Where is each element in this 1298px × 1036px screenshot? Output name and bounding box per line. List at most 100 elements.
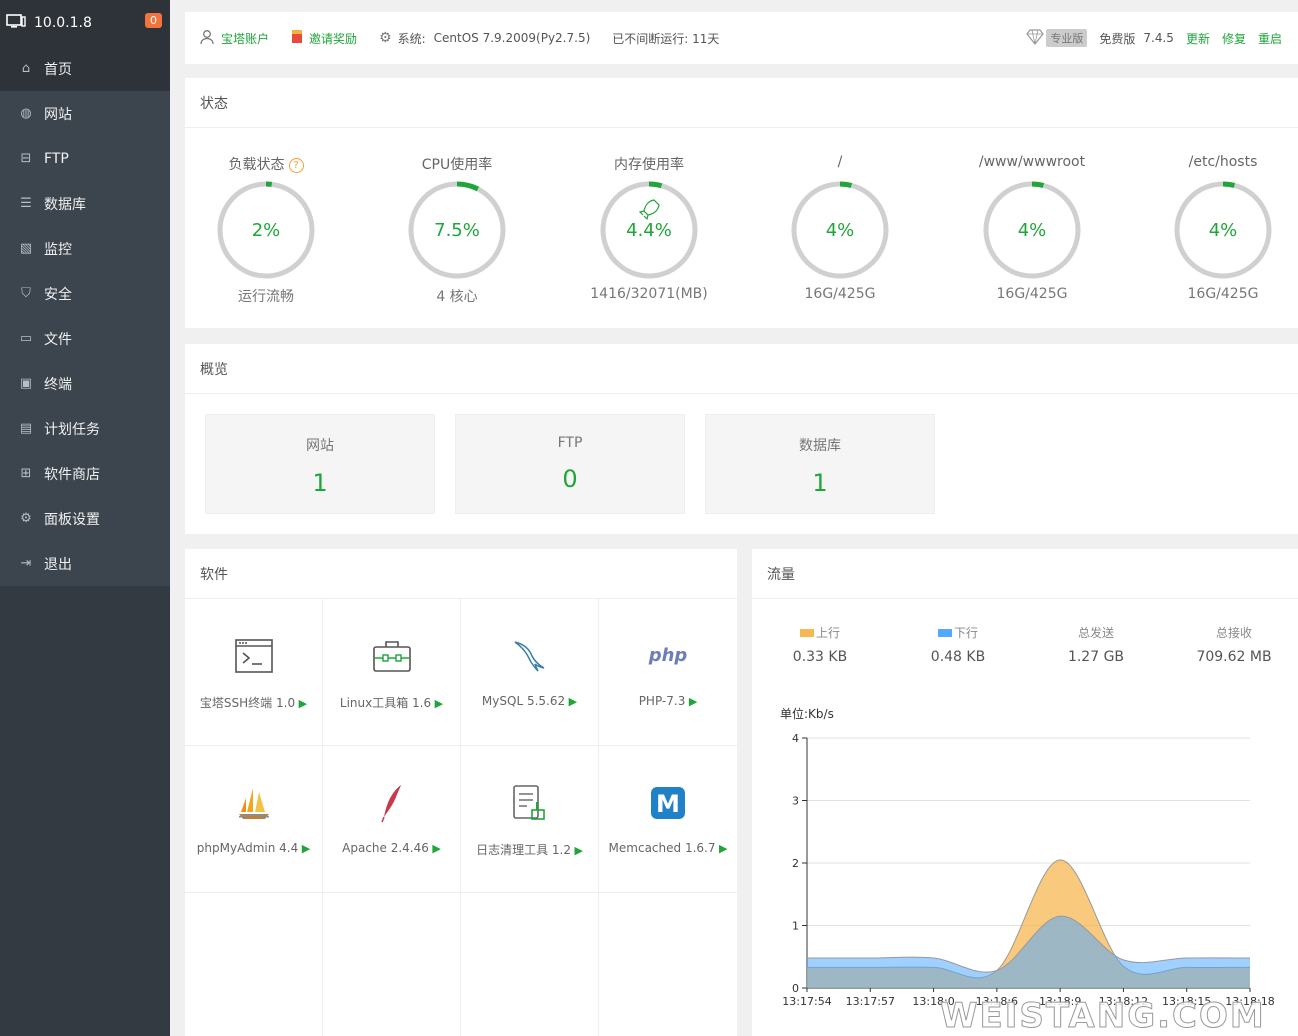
sidebar-item-1[interactable]: ◍ 网站: [0, 91, 170, 136]
repair-button[interactable]: 修复: [1222, 30, 1246, 47]
sidebar-item-2[interactable]: ⊟ FTP: [0, 136, 170, 181]
rocket-icon: [638, 199, 660, 221]
traffic-stat-1: 下行 0.48 KB: [898, 624, 1018, 665]
sidebar-item-6[interactable]: ▭ 文件: [0, 316, 170, 361]
shield-icon: ⛉: [21, 286, 31, 301]
software-item-6[interactable]: 日志清理工具 1.2 ▶: [461, 746, 599, 893]
play-icon[interactable]: ▶: [565, 695, 577, 708]
gauge-value: 4.4%: [626, 220, 672, 241]
help-icon[interactable]: ?: [288, 158, 304, 173]
account-link[interactable]: 宝塔账户: [199, 29, 269, 48]
monitor-chart-icon: ▧: [19, 241, 33, 256]
sidebar-item-label: 终端: [44, 376, 72, 393]
traffic-stat-value: 0.48 KB: [930, 649, 986, 665]
sidebar-item-label: FTP: [44, 150, 69, 167]
account-label: 宝塔账户: [221, 31, 270, 46]
software-item-5[interactable]: Apache 2.4.46 ▶: [323, 746, 461, 893]
overview-box-2[interactable]: 数据库 1: [705, 414, 935, 514]
traffic-stat-3: 总接收 709.62 MB: [1174, 624, 1294, 665]
notification-badge[interactable]: 0: [145, 13, 162, 28]
software-empty-cell: [323, 893, 461, 1036]
globe-icon: ◍: [20, 106, 32, 121]
system-label: 系统:: [397, 31, 426, 46]
sidebar-item-label: 网站: [44, 106, 72, 123]
invite-link[interactable]: 邀请奖励: [291, 29, 357, 47]
diamond-icon: [1026, 28, 1045, 48]
sidebar-item-label: 安全: [44, 286, 72, 303]
gauge-label: /etc/hosts: [1188, 154, 1258, 170]
software-item-3[interactable]: php PHP-7.3 ▶: [599, 599, 737, 746]
sidebar-item-label: 软件商店: [44, 466, 100, 483]
gauge-1[interactable]: CPU使用率 7.5% 4 核心: [362, 128, 552, 306]
software-item-7[interactable]: M Memcached 1.6.7 ▶: [599, 746, 737, 893]
gear-icon: ⚙: [20, 511, 32, 526]
sidebar-bottom: [0, 586, 170, 1036]
sidebar-item-4[interactable]: ▧ 监控: [0, 226, 170, 271]
sidebar-item-0[interactable]: ⌂ 首页: [0, 46, 170, 91]
sidebar-item-label: 首页: [44, 61, 72, 78]
system-info: ⚙ 系统: CentOS 7.9.2009(Py2.7.5): [379, 30, 590, 47]
gauge-ring: 4.4%: [600, 181, 698, 279]
ftp-icon: ⊟: [20, 151, 32, 166]
y-tick-label: 3: [792, 795, 799, 808]
update-button[interactable]: 更新: [1186, 30, 1210, 47]
gauge-ring: 4%: [1174, 181, 1272, 279]
gauge-2[interactable]: 内存使用率 4.4% 1416/32071(MB): [554, 128, 744, 302]
sidebar-item-9[interactable]: ⊞ 软件商店: [0, 451, 170, 496]
version-number: 7.4.5: [1143, 31, 1174, 45]
software-item-2[interactable]: MySQL 5.5.62 ▶: [461, 599, 599, 746]
traffic-stat-0: 上行 0.33 KB: [760, 624, 880, 665]
gauge-ring: 4%: [983, 181, 1081, 279]
sidebar-header: 10.0.1.8 0: [0, 0, 170, 46]
gauge-3[interactable]: / 4% 16G/425G: [745, 128, 935, 302]
software-name: Apache 2.4.46 ▶: [323, 841, 460, 855]
sidebar-item-5[interactable]: ⛉ 安全: [0, 271, 170, 316]
software-panel: 软件 宝塔SSH终端 1.0 ▶ Linux工具箱 1.6 ▶ MySQL 5.5.…: [185, 549, 737, 1036]
logout-icon: ⇥: [20, 556, 32, 571]
pro-badge[interactable]: 专业版: [1046, 29, 1088, 47]
sidebar-item-3[interactable]: ☰ 数据库: [0, 181, 170, 226]
play-icon[interactable]: ▶: [431, 697, 443, 710]
software-item-1[interactable]: Linux工具箱 1.6 ▶: [323, 599, 461, 746]
terminal-icon: ▣: [19, 376, 33, 391]
software-name: phpMyAdmin 4.4 ▶: [185, 841, 322, 855]
overview-box-1[interactable]: FTP 0: [455, 414, 685, 514]
gauge-sub: 4 核心: [436, 289, 478, 305]
software-label: Memcached 1.6.7: [608, 841, 716, 855]
traffic-stat-label: 总发送: [1036, 624, 1156, 641]
gauge-5[interactable]: /etc/hosts 4% 16G/425G: [1128, 128, 1298, 302]
software-item-4[interactable]: phpMyAdmin 4.4 ▶: [185, 746, 323, 893]
sidebar-item-8[interactable]: ▤ 计划任务: [0, 406, 170, 451]
sidebar-item-10[interactable]: ⚙ 面板设置: [0, 496, 170, 541]
toolbox-icon: [323, 632, 460, 680]
gauge-4[interactable]: /www/wwwroot 4% 16G/425G: [937, 128, 1127, 302]
play-icon[interactable]: ▶: [295, 697, 307, 710]
play-icon[interactable]: ▶: [715, 842, 727, 855]
traffic-stat-label: 上行: [760, 624, 880, 641]
gauge-value: 4%: [1018, 220, 1047, 241]
system-value: CentOS 7.9.2009(Py2.7.5): [433, 31, 591, 45]
play-icon[interactable]: ▶: [429, 842, 440, 855]
x-tick-label: 13:17:57: [846, 995, 895, 1008]
legend-swatch: [937, 629, 952, 637]
software-empty-cell: [185, 893, 323, 1036]
log-clean-icon: [461, 779, 598, 827]
sidebar-item-11[interactable]: ⇥ 退出: [0, 541, 170, 586]
software-name: 宝塔SSH终端 1.0 ▶: [185, 694, 322, 711]
play-icon[interactable]: ▶: [298, 842, 310, 855]
play-icon[interactable]: ▶: [571, 844, 582, 857]
restart-button[interactable]: 重启: [1258, 30, 1282, 47]
sidebar-item-7[interactable]: ▣ 终端: [0, 361, 170, 406]
gauge-label: 负载状态: [228, 157, 285, 173]
y-tick-label: 2: [792, 857, 799, 870]
play-icon[interactable]: ▶: [685, 695, 697, 708]
software-item-0[interactable]: 宝塔SSH终端 1.0 ▶: [185, 599, 323, 746]
gauge-sub: 1416/32071(MB): [590, 286, 708, 302]
home-icon: ⌂: [21, 61, 31, 76]
gauge-sub: 16G/425G: [804, 286, 876, 302]
version-area: 专业版 免费版 7.4.5 更新 修复 重启: [1026, 12, 1294, 64]
overview-label: 数据库: [799, 438, 841, 454]
sidebar-item-label: 退出: [44, 556, 72, 573]
overview-box-0[interactable]: 网站 1: [205, 414, 435, 514]
gauge-0[interactable]: 负载状态? 2% 运行流畅: [171, 128, 361, 306]
